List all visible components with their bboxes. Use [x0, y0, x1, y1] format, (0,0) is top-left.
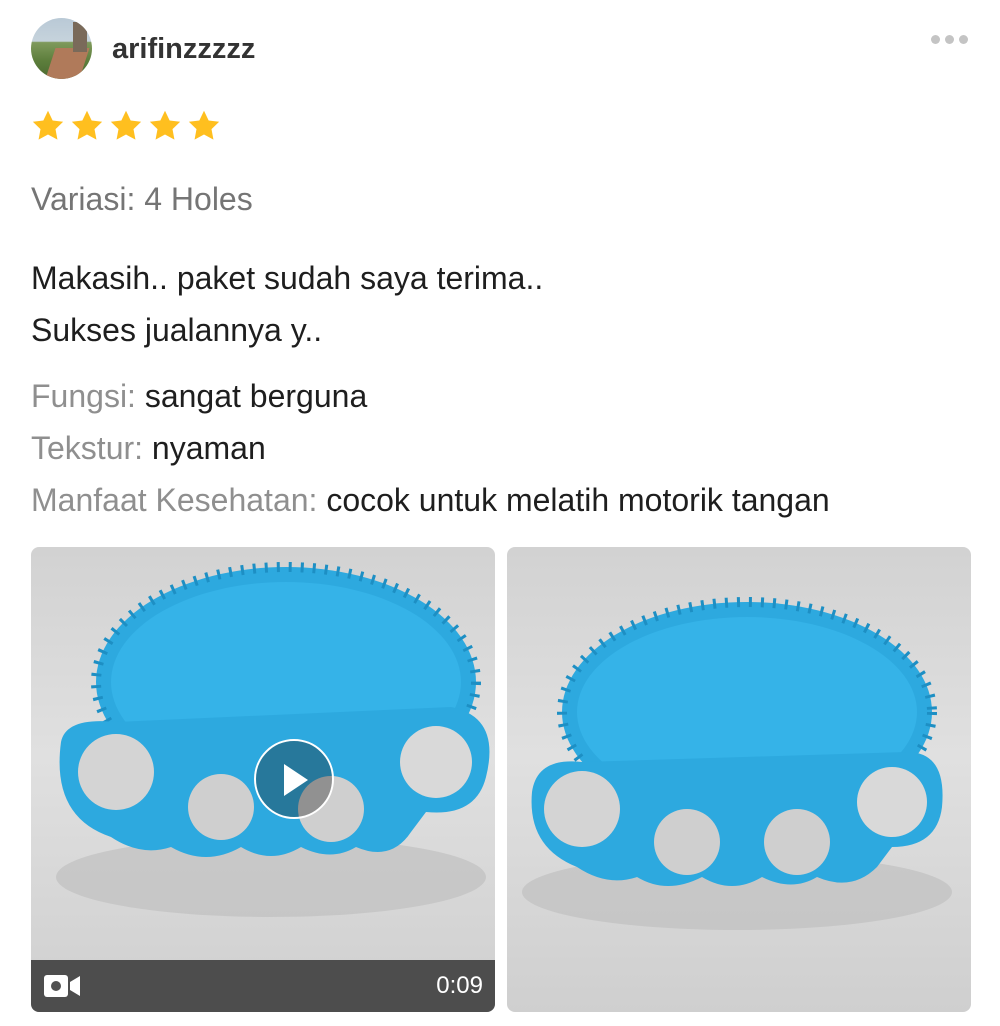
more-icon[interactable]	[925, 30, 973, 48]
play-button[interactable]	[254, 739, 334, 819]
review-text-line: Sukses jualannya y..	[31, 312, 323, 348]
video-info-bar: 0:09	[31, 960, 495, 1012]
product-photo	[522, 597, 952, 930]
star-icon	[71, 110, 103, 140]
review-text-line: Makasih.. paket sudah saya terima..	[31, 260, 544, 296]
attribute-label: Tekstur:	[31, 430, 144, 466]
attribute-row: Fungsi: sangat berguna	[31, 370, 830, 422]
attribute-row: Tekstur: nyaman	[31, 422, 830, 474]
attribute-value: sangat berguna	[144, 378, 368, 414]
attribute-value: cocok untuk melatih motorik tangan	[326, 482, 830, 518]
avatar[interactable]	[31, 18, 92, 79]
attribute-row: Manfaat Kesehatan: cocok untuk melatih m…	[31, 474, 830, 526]
play-icon	[284, 764, 308, 796]
star-rating	[30, 108, 222, 144]
video-duration: 0:09	[436, 972, 483, 999]
attribute-label: Fungsi:	[31, 378, 136, 414]
review-video-thumbnail[interactable]: 0:09	[31, 547, 495, 1012]
star-icon	[188, 110, 220, 140]
attribute-label: Manfaat Kesehatan:	[31, 482, 318, 518]
username[interactable]: arifinzzzzz	[112, 33, 255, 66]
review-photo-thumbnail[interactable]	[507, 547, 971, 1012]
attribute-value: nyaman	[151, 430, 266, 466]
video-camera-icon	[44, 975, 80, 997]
review-attributes: Fungsi: sangat berguna Tekstur: nyaman M…	[31, 370, 830, 526]
star-icon	[32, 110, 64, 140]
star-icon	[149, 110, 181, 140]
review-text: Makasih.. paket sudah saya terima.. Suks…	[31, 252, 543, 356]
star-icon	[110, 110, 142, 140]
variation-label: Variasi: 4 Holes	[31, 181, 253, 217]
